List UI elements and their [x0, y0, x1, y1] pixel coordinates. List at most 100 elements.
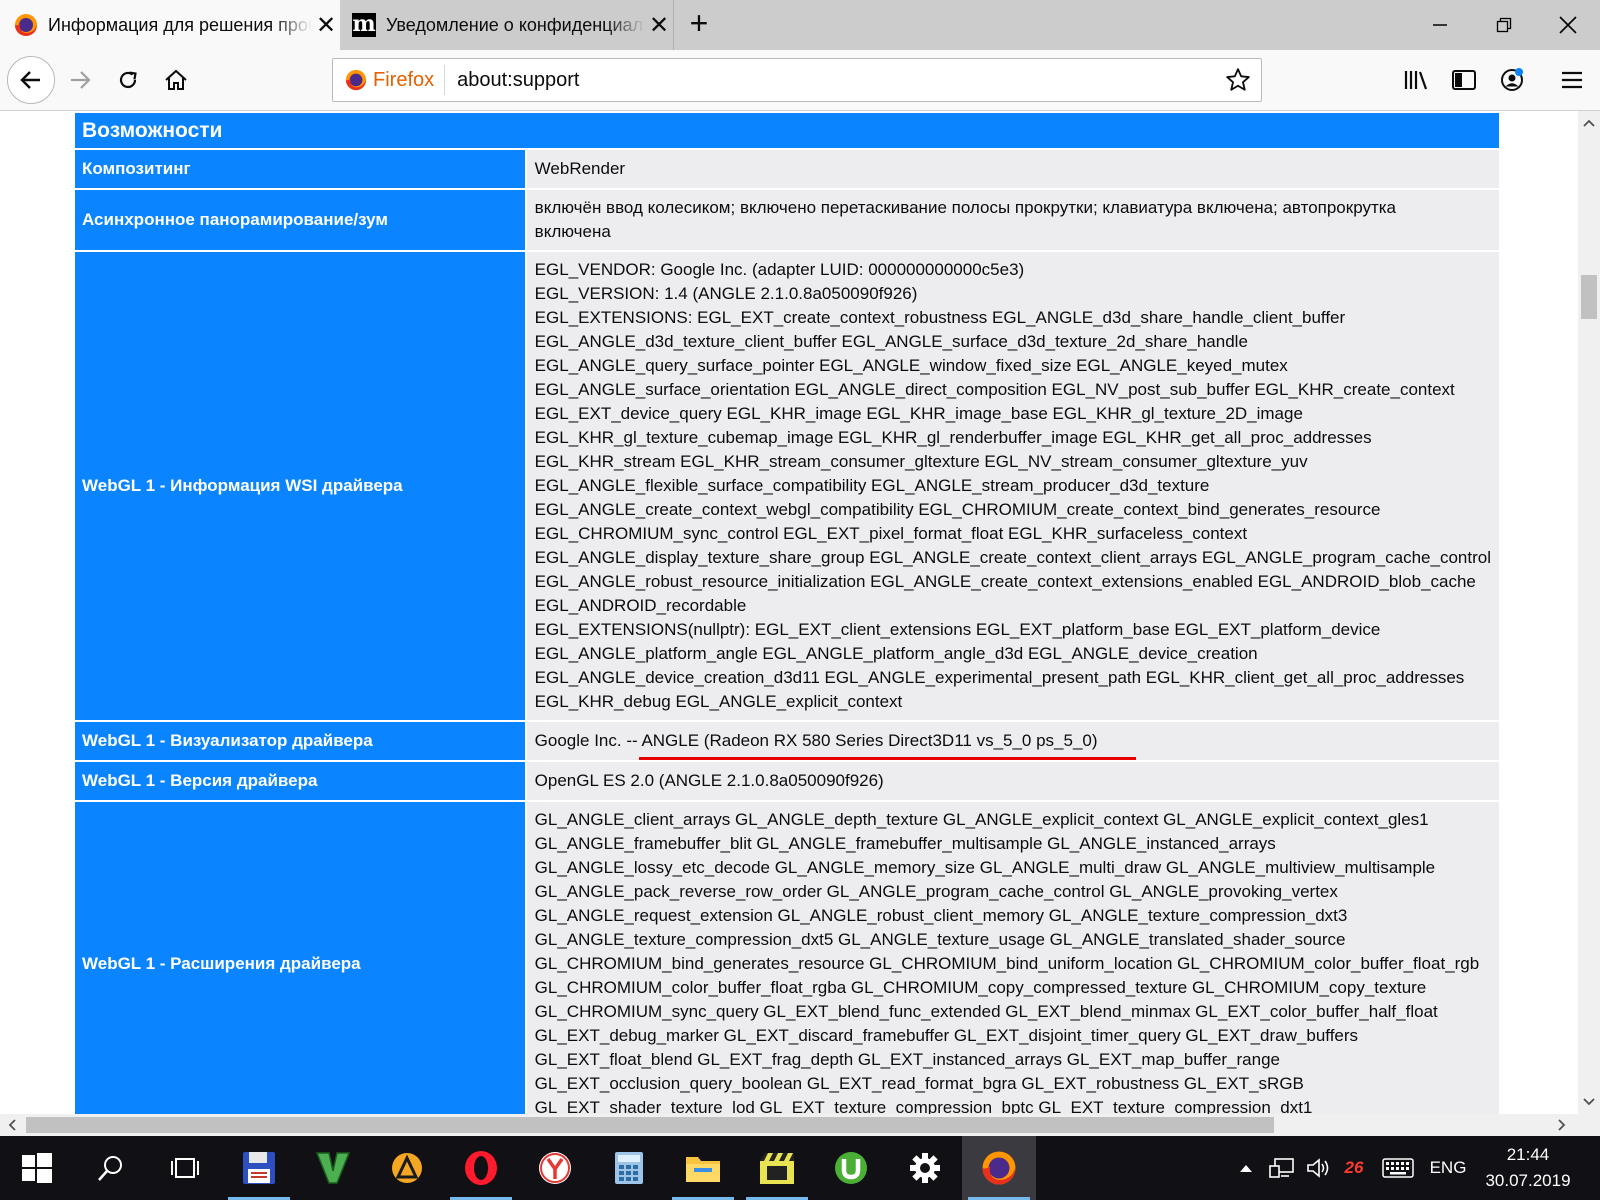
taskbar-app-yandex[interactable] [518, 1136, 592, 1200]
close-window-button[interactable] [1536, 0, 1600, 50]
taskbar-app-opera[interactable] [444, 1136, 518, 1200]
search-button[interactable] [74, 1136, 148, 1200]
restore-icon [1496, 17, 1512, 33]
row-key: WebGL 1 - Визуализатор драйвера [73, 720, 527, 762]
value-line: GL_EXT_shader_texture_lod GL_EXT_texture… [534, 1098, 1313, 1114]
value-line: GL_CHROMIUM_bind_generates_resource GL_C… [534, 954, 1480, 973]
scroll-up-arrow-icon[interactable] [1578, 111, 1600, 135]
horizontal-scroll-thumb[interactable] [26, 1117, 1274, 1133]
sidebar-icon [1452, 70, 1476, 90]
value-line: GL_CHROMIUM_sync_query GL_EXT_blend_func… [534, 1002, 1438, 1021]
value-line: EGL_EXT_device_query EGL_KHR_image EGL_K… [534, 404, 1303, 423]
row-value: EGL_VENDOR: Google Inc. (adapter LUID: 0… [524, 250, 1502, 722]
taskbar-app-aimp[interactable] [370, 1136, 444, 1200]
calculator-icon [615, 1152, 643, 1184]
taskbar-app-save[interactable] [222, 1136, 296, 1200]
volume-button[interactable] [1304, 1136, 1334, 1200]
tab-privacy-notice[interactable]: m Уведомление о конфиденциальности ✕ [340, 0, 674, 50]
scroll-down-arrow-icon[interactable] [1578, 1090, 1600, 1114]
value-line: EGL_ANDROID_recordable [534, 596, 747, 615]
aimp-icon [392, 1153, 422, 1183]
touch-keyboard-button[interactable] [1378, 1136, 1418, 1200]
value-line: GL_ANGLE_framebuffer_blit GL_ANGLE_frame… [534, 834, 1276, 853]
tab-troubleshooting[interactable]: Информация для решения проблем ✕ [0, 0, 340, 50]
taskbar-app-calculator[interactable] [592, 1136, 666, 1200]
horizontal-scrollbar[interactable] [0, 1114, 1600, 1136]
tray-badge[interactable]: 26 [1338, 1136, 1370, 1200]
home-icon [165, 69, 187, 90]
value-line: включена [534, 222, 611, 241]
restore-button[interactable] [1472, 0, 1536, 50]
row-value: включён ввод колесиком; включено перетас… [524, 188, 1502, 252]
value-line: EGL_ANGLE_surface_orientation EGL_ANGLE_… [534, 380, 1455, 399]
new-tab-button[interactable]: + [682, 0, 716, 50]
language-label: ENG [1429, 1158, 1467, 1177]
identity-label: Firefox [373, 68, 435, 91]
value-line: GL_EXT_occlusion_query_boolean GL_EXT_re… [534, 1074, 1304, 1093]
close-tab-icon[interactable]: ✕ [312, 11, 340, 40]
back-arrow-icon [20, 71, 40, 89]
taskbar-app-explorer[interactable] [666, 1136, 740, 1200]
value-line: GL_ANGLE_pack_reverse_row_order GL_ANGLE… [534, 882, 1338, 901]
value-line: GL_ANGLE_lossy_etc_decode GL_ANGLE_memor… [534, 858, 1436, 877]
taskbar-app-utorrent[interactable] [814, 1136, 888, 1200]
value-line: GL_ANGLE_texture_compression_dxt5 GL_ANG… [534, 930, 1346, 949]
network-icon [1269, 1158, 1294, 1178]
value-line: EGL_ANGLE_query_surface_pointer EGL_ANGL… [534, 356, 1288, 375]
value-line: GL_EXT_debug_marker GL_EXT_discard_frame… [534, 1026, 1359, 1045]
language-indicator[interactable]: ENG [1424, 1136, 1472, 1200]
row-value: GL_ANGLE_client_arrays GL_ANGLE_depth_te… [524, 800, 1502, 1114]
scroll-right-arrow-icon[interactable] [1550, 1114, 1574, 1136]
url-input[interactable] [457, 68, 1158, 92]
table-row: Асинхронное панорамирование/зум включён в… [73, 188, 1502, 252]
hamburger-menu-icon [1562, 71, 1582, 89]
network-button[interactable] [1266, 1136, 1298, 1200]
show-hidden-icons-button[interactable] [1234, 1136, 1258, 1200]
taskbar-app-settings[interactable] [888, 1136, 962, 1200]
value-line: EGL_ANGLE_flexible_surface_compatibility… [534, 476, 1210, 495]
start-icon [22, 1153, 52, 1183]
sidebar-button[interactable] [1440, 56, 1488, 104]
value-line: WebRender [534, 159, 626, 178]
address-bar[interactable]: Firefox [332, 58, 1262, 102]
account-button[interactable] [1488, 56, 1536, 104]
taskbar-app-firefox[interactable] [962, 1136, 1036, 1200]
forward-button[interactable] [56, 56, 104, 104]
start-button[interactable] [0, 1136, 74, 1200]
row-value: Google Inc. -- ANGLE (Radeon RX 580 Seri… [524, 720, 1502, 762]
scroll-left-arrow-icon[interactable] [0, 1114, 24, 1136]
table-row: WebGL 1 - Расширения драйвера GL_ANGLE_cl… [73, 800, 1502, 1114]
row-key: WebGL 1 - Информация WSI драйвера [73, 250, 527, 722]
row-value: OpenGL ES 2.0 (ANGLE 2.1.0.8a050090f926) [524, 760, 1502, 802]
menu-button[interactable] [1548, 56, 1596, 104]
reload-icon [119, 71, 137, 89]
clock[interactable]: 21:44 30.07.2019 [1470, 1136, 1586, 1200]
home-button[interactable] [152, 56, 200, 104]
value-line: Google Inc. -- ANGLE (Radeon RX 580 Seri… [534, 731, 1098, 750]
clock-date: 30.07.2019 [1485, 1171, 1571, 1190]
value-line: включён ввод колесиком; включено перетас… [534, 198, 1397, 217]
yandex-browser-icon [539, 1152, 571, 1184]
value-line: EGL_KHR_debug EGL_ANGLE_explicit_context [534, 692, 903, 711]
chevron-up-icon [1240, 1165, 1252, 1172]
close-tab-icon[interactable]: ✕ [645, 11, 673, 40]
vertical-scroll-thumb[interactable] [1581, 275, 1597, 319]
value-line: GL_ANGLE_request_extension GL_ANGLE_robu… [534, 906, 1348, 925]
bookmark-star-button[interactable] [1225, 67, 1251, 98]
identity-box[interactable]: Firefox [333, 65, 446, 95]
forward-arrow-icon [71, 71, 91, 89]
gta-v-icon [315, 1152, 351, 1184]
taskbar-app-gta[interactable] [296, 1136, 370, 1200]
library-button[interactable] [1392, 56, 1440, 104]
vertical-scrollbar[interactable] [1578, 111, 1600, 1114]
row-value: WebRender [524, 148, 1502, 190]
taskbar-app-video-editor[interactable] [740, 1136, 814, 1200]
value-line: GL_ANGLE_client_arrays GL_ANGLE_depth_te… [534, 810, 1429, 829]
page-content: Возможности Композитинг WebRender Асинхрон… [0, 111, 1578, 1114]
task-view-button[interactable] [148, 1136, 222, 1200]
tab-title: Уведомление о конфиденциальности [386, 14, 645, 35]
value-line: EGL_EXTENSIONS: EGL_EXT_create_context_r… [534, 308, 1346, 327]
reload-button[interactable] [104, 56, 152, 104]
back-button[interactable] [7, 56, 55, 104]
minimize-button[interactable] [1408, 0, 1472, 50]
